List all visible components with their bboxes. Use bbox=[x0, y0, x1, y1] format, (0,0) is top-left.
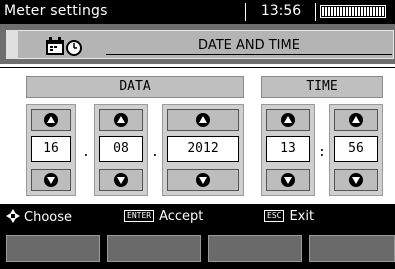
hour-spinner: 13 bbox=[261, 104, 315, 196]
function-keys bbox=[0, 230, 395, 269]
year-down-button[interactable] bbox=[167, 169, 239, 191]
minute-spinner: 56 bbox=[329, 104, 383, 196]
time-separator: : bbox=[318, 145, 326, 160]
enter-key-icon: ENTER bbox=[124, 210, 155, 222]
arrow-up-icon bbox=[196, 113, 210, 127]
function-key-2[interactable] bbox=[107, 235, 201, 262]
month-down-button[interactable] bbox=[99, 169, 143, 191]
day-field[interactable]: 16 bbox=[31, 136, 71, 162]
dpad-arrows-icon bbox=[6, 209, 20, 223]
title-bar: Meter settings 13:56 bbox=[0, 0, 395, 24]
day-up-button[interactable] bbox=[31, 109, 71, 131]
date-group-label: DATA bbox=[26, 76, 244, 98]
minute-field[interactable]: 56 bbox=[334, 136, 378, 162]
date-separator: . bbox=[82, 145, 90, 160]
arrow-up-icon bbox=[44, 113, 58, 127]
year-spinner: 2012 bbox=[162, 104, 244, 196]
arrow-down-icon bbox=[196, 173, 210, 187]
month-spinner: 08 bbox=[94, 104, 148, 196]
arrow-up-icon bbox=[114, 113, 128, 127]
hour-down-button[interactable] bbox=[266, 169, 310, 191]
window-title: Meter settings bbox=[4, 3, 108, 19]
arrow-up-icon bbox=[349, 113, 363, 127]
function-key-3[interactable] bbox=[208, 235, 302, 262]
meter-settings-screen: Meter settings 13:56 DATE AND TIME DATA … bbox=[0, 0, 395, 269]
arrow-down-icon bbox=[44, 173, 58, 187]
title-divider bbox=[245, 3, 246, 21]
minute-up-button[interactable] bbox=[334, 109, 378, 131]
year-up-button[interactable] bbox=[167, 109, 239, 131]
header-underline bbox=[106, 54, 392, 55]
hour-field[interactable]: 13 bbox=[266, 136, 310, 162]
title-divider bbox=[315, 3, 316, 21]
day-spinner: 16 bbox=[26, 104, 76, 196]
arrow-down-icon bbox=[349, 173, 363, 187]
year-field[interactable]: 2012 bbox=[167, 136, 239, 162]
panel-top-line bbox=[0, 67, 395, 68]
day-down-button[interactable] bbox=[31, 169, 71, 191]
accept-hint: ENTER Accept bbox=[124, 209, 203, 224]
page-title: DATE AND TIME bbox=[198, 38, 300, 53]
accept-label: Accept bbox=[159, 209, 204, 224]
clock: 13:56 bbox=[260, 3, 302, 19]
hour-up-button[interactable] bbox=[266, 109, 310, 131]
date-separator: . bbox=[151, 145, 159, 160]
header: DATE AND TIME bbox=[0, 24, 395, 64]
calendar-clock-icon bbox=[46, 37, 82, 56]
arrow-down-icon bbox=[114, 173, 128, 187]
choose-label: Choose bbox=[24, 210, 72, 225]
date-time-panel: DATA TIME 16 . 08 . 2012 13 : 56 bbox=[0, 64, 395, 204]
exit-hint: ESC Exit bbox=[264, 209, 314, 224]
month-field[interactable]: 08 bbox=[99, 136, 143, 162]
key-hints-bar: Choose ENTER Accept ESC Exit bbox=[0, 204, 395, 230]
arrow-up-icon bbox=[281, 113, 295, 127]
function-key-1[interactable] bbox=[6, 235, 100, 262]
time-group-label: TIME bbox=[261, 76, 383, 98]
arrow-down-icon bbox=[281, 173, 295, 187]
header-tab bbox=[6, 30, 18, 59]
month-up-button[interactable] bbox=[99, 109, 143, 131]
battery-icon bbox=[320, 5, 394, 19]
exit-label: Exit bbox=[289, 209, 315, 224]
esc-key-icon: ESC bbox=[264, 210, 285, 222]
function-key-4[interactable] bbox=[309, 235, 395, 262]
minute-down-button[interactable] bbox=[334, 169, 378, 191]
choose-hint: Choose bbox=[6, 209, 72, 225]
